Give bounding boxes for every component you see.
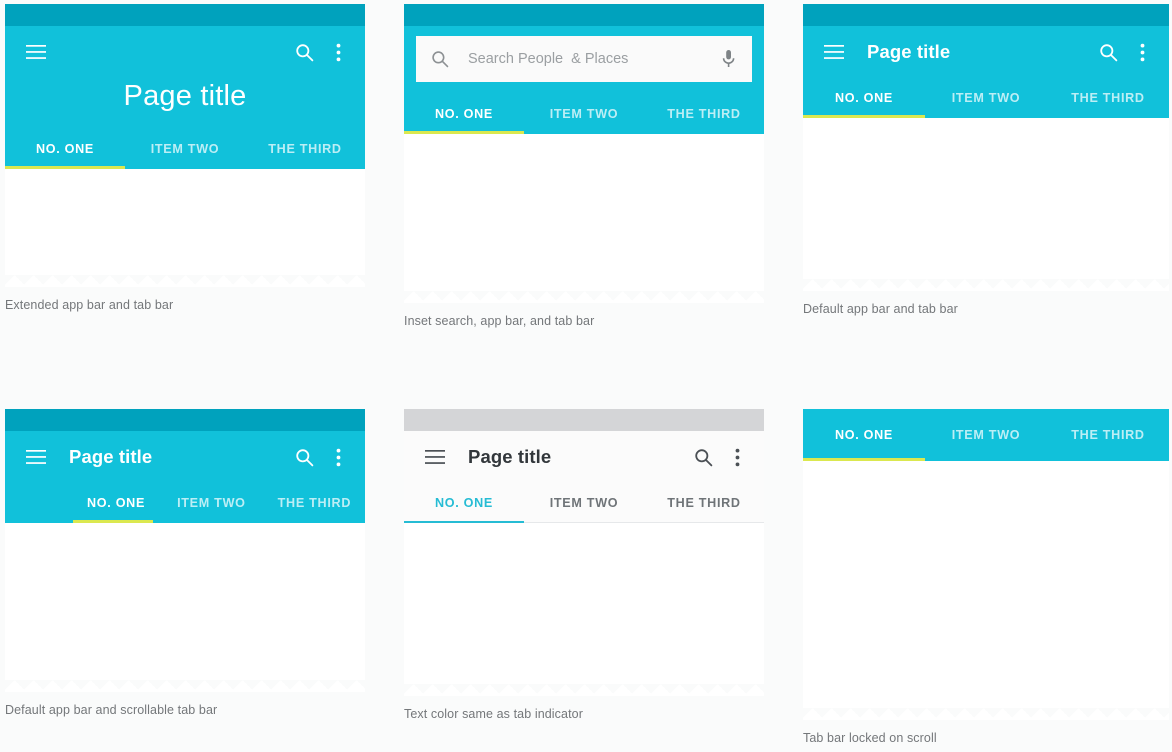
overflow-menu-icon[interactable]	[321, 35, 355, 69]
status-bar	[803, 4, 1169, 26]
search-icon[interactable]	[287, 35, 321, 69]
status-bar	[5, 4, 365, 26]
content-area	[5, 169, 365, 275]
app-bar-top-row	[5, 26, 365, 78]
page-title: Page title	[123, 80, 247, 112]
panel-caption: Extended app bar and tab bar	[5, 298, 174, 312]
content-area	[5, 523, 365, 680]
page-title: Page title	[69, 446, 153, 467]
overflow-menu-icon[interactable]	[1125, 35, 1159, 69]
app-bar-top-row: Page title	[803, 26, 1169, 78]
menu-icon[interactable]	[19, 440, 53, 474]
overflow-menu-icon[interactable]	[720, 440, 754, 474]
torn-edge	[404, 684, 764, 696]
panel-inset-search: Search People & Places NO. ONE ITEM TWO …	[404, 4, 764, 328]
device-frame: Page title NO. ONE ITEM TWO THE THIRD	[803, 4, 1169, 291]
panel-caption: Tab bar locked on scroll	[803, 731, 937, 745]
torn-edge	[803, 279, 1169, 291]
status-bar	[404, 4, 764, 26]
search-container: Search People & Places	[404, 26, 764, 94]
tab-bar: NO. ONE ITEM TWO THE THIRD	[404, 94, 764, 134]
device-frame: Search People & Places NO. ONE ITEM TWO …	[404, 4, 764, 303]
app-bar-top-row: Page title	[5, 431, 365, 483]
overflow-menu-icon[interactable]	[321, 440, 355, 474]
device-frame: Page title NO. ONE ITEM TWO THE THIRD	[404, 409, 764, 696]
menu-icon[interactable]	[817, 35, 851, 69]
menu-icon[interactable]	[19, 35, 53, 69]
panel-scrollable-tab-bar: Page title NO. ONE ITEM TWO THE THIRD De…	[5, 409, 365, 717]
torn-edge	[404, 291, 764, 303]
search-icon[interactable]	[686, 440, 720, 474]
device-frame: Page title NO. ONE ITEM TWO THE THIRD	[5, 409, 365, 692]
search-input[interactable]: Search People & Places	[416, 36, 752, 82]
panel-light-app-bar: Page title NO. ONE ITEM TWO THE THIRD Te…	[404, 409, 764, 721]
status-bar	[5, 409, 365, 431]
tab-bar: NO. ONE ITEM TWO THE THIRD	[803, 409, 1169, 461]
search-placeholder-text: Search People & Places	[468, 51, 629, 67]
tab-item-two[interactable]: ITEM TWO	[925, 78, 1047, 118]
menu-icon[interactable]	[418, 440, 452, 474]
page-title: Page title	[468, 446, 552, 467]
content-area	[803, 461, 1169, 708]
status-bar	[404, 409, 764, 431]
panel-tab-bar-locked: NO. ONE ITEM TWO THE THIRD Tab bar locke…	[803, 409, 1169, 745]
tab-bar-scrollable[interactable]: NO. ONE ITEM TWO THE THIRD	[5, 483, 365, 523]
panel-caption: Text color same as tab indicator	[404, 707, 583, 721]
app-bar: Page title NO. ONE ITEM TWO THE THIRD	[5, 431, 365, 523]
tab-no-one[interactable]: NO. ONE	[71, 483, 161, 523]
tab-the-third[interactable]: THE THIRD	[644, 94, 764, 134]
tab-the-third[interactable]: THE THIRD	[1047, 409, 1169, 461]
tab-no-one[interactable]: NO. ONE	[5, 129, 125, 169]
tab-item-two[interactable]: ITEM TWO	[524, 94, 644, 134]
panel-caption: Inset search, app bar, and tab bar	[404, 314, 595, 328]
torn-edge	[5, 275, 365, 287]
panel-extended-app-bar: Page title NO. ONE ITEM TWO THE THIRD Ex…	[5, 4, 365, 312]
tab-bar: NO. ONE ITEM TWO THE THIRD	[5, 129, 365, 169]
search-icon	[430, 49, 450, 69]
app-bar: Search People & Places NO. ONE ITEM TWO …	[404, 26, 764, 134]
tab-no-one[interactable]: NO. ONE	[404, 483, 524, 523]
spec-sheet-grid: Page title NO. ONE ITEM TWO THE THIRD Ex…	[0, 0, 1172, 752]
tab-the-third[interactable]: THE THIRD	[1047, 78, 1169, 118]
tab-the-third[interactable]: THE THIRD	[262, 483, 365, 523]
tab-bar: NO. ONE ITEM TWO THE THIRD	[803, 78, 1169, 118]
content-area	[404, 523, 764, 684]
torn-edge	[5, 680, 365, 692]
panel-caption: Default app bar and tab bar	[803, 302, 958, 316]
microphone-icon[interactable]	[718, 48, 738, 70]
app-bar: Page title NO. ONE ITEM TWO THE THIRD	[803, 26, 1169, 118]
search-icon[interactable]	[1091, 35, 1125, 69]
page-title: Page title	[867, 41, 951, 62]
tab-no-one[interactable]: NO. ONE	[803, 78, 925, 118]
content-area	[803, 118, 1169, 279]
app-bar: Page title NO. ONE ITEM TWO THE THIRD	[5, 26, 365, 169]
tab-item-two[interactable]: ITEM TWO	[524, 483, 644, 523]
app-bar-top-row: Page title	[404, 431, 764, 483]
tab-the-third[interactable]: THE THIRD	[245, 129, 365, 169]
device-frame: NO. ONE ITEM TWO THE THIRD	[803, 409, 1169, 720]
panel-default-app-bar: Page title NO. ONE ITEM TWO THE THIRD De…	[803, 4, 1169, 316]
panel-caption: Default app bar and scrollable tab bar	[5, 703, 218, 717]
search-icon[interactable]	[287, 440, 321, 474]
tab-bar: NO. ONE ITEM TWO THE THIRD	[404, 483, 764, 523]
tab-no-one[interactable]: NO. ONE	[404, 94, 524, 134]
app-bar: NO. ONE ITEM TWO THE THIRD	[803, 409, 1169, 461]
tab-item-two[interactable]: ITEM TWO	[925, 409, 1047, 461]
tab-the-third[interactable]: THE THIRD	[644, 483, 764, 523]
device-frame: Page title NO. ONE ITEM TWO THE THIRD	[5, 4, 365, 287]
tab-item-two[interactable]: ITEM TWO	[161, 483, 262, 523]
app-bar: Page title NO. ONE ITEM TWO THE THIRD	[404, 431, 764, 523]
tab-item-two[interactable]: ITEM TWO	[125, 129, 245, 169]
content-area	[404, 134, 764, 291]
torn-edge	[803, 708, 1169, 720]
tab-no-one[interactable]: NO. ONE	[803, 409, 925, 461]
